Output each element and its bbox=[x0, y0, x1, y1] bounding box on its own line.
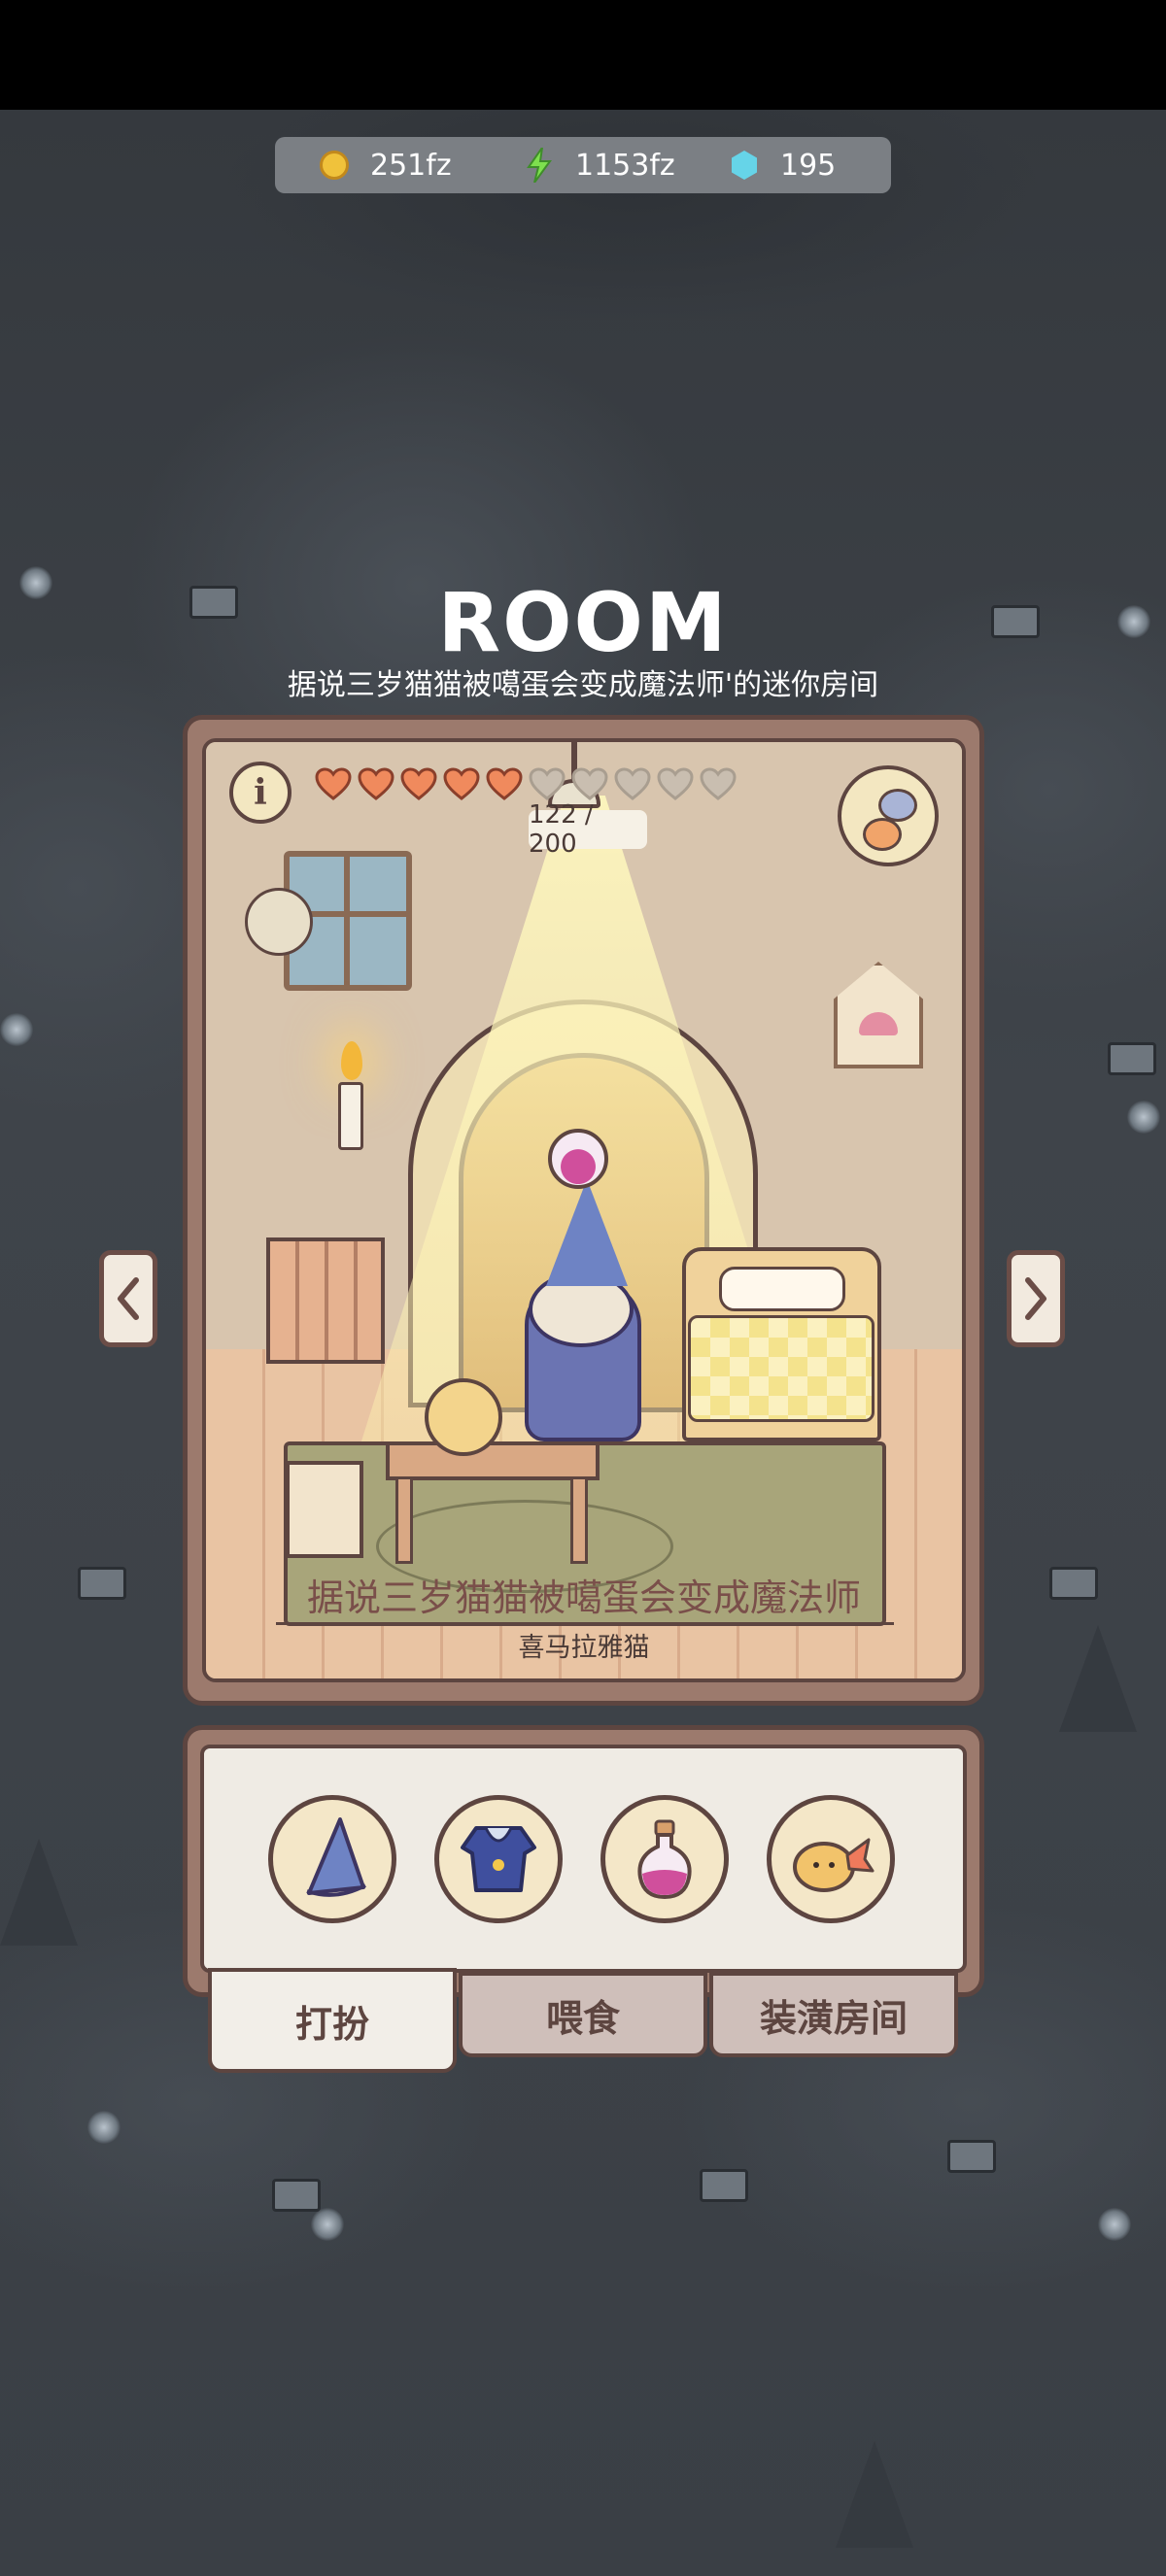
tree bbox=[836, 2441, 913, 2548]
item-slot-fried-shrimp[interactable] bbox=[767, 1795, 895, 1923]
item-slot-wizard-robe[interactable] bbox=[434, 1795, 563, 1923]
coin-counter: 251fz bbox=[275, 149, 480, 183]
tab-decorate-room[interactable]: 装潢房间 bbox=[709, 1972, 958, 2057]
candle-flame bbox=[341, 1041, 362, 1080]
currency-bar: 251fz 1153fz 195 bbox=[275, 137, 891, 193]
heart-empty-icon bbox=[700, 767, 737, 800]
lamp-glow bbox=[87, 2111, 120, 2144]
hp-counter: 122 / 200 bbox=[529, 800, 647, 859]
wizard-hat-icon bbox=[306, 1817, 366, 1897]
heart-empty-icon bbox=[657, 767, 694, 800]
cat-head-icon bbox=[878, 789, 917, 822]
checkered-blanket bbox=[688, 1315, 874, 1422]
heart-empty-icon bbox=[529, 767, 566, 800]
celery-badge-icon bbox=[245, 888, 313, 956]
stool bbox=[286, 1461, 363, 1558]
gem-icon bbox=[728, 149, 761, 182]
coin-amount: 251fz bbox=[370, 148, 452, 183]
lightning-icon bbox=[523, 148, 556, 183]
heart-filled-icon bbox=[358, 767, 394, 800]
tab-dress-up[interactable]: 打扮 bbox=[208, 1968, 457, 2073]
energy-amount: 1153fz bbox=[575, 148, 675, 183]
table-leg bbox=[395, 1476, 413, 1564]
tree bbox=[1059, 1625, 1137, 1732]
switch-cat-button[interactable] bbox=[838, 765, 939, 866]
room-caption: 据说三岁猫猫被噶蛋会变成魔法师 bbox=[306, 1576, 861, 1619]
map-signpost bbox=[947, 2140, 996, 2173]
tree bbox=[0, 1839, 78, 1946]
cat-wizard-hat bbox=[546, 1179, 628, 1286]
room-scene[interactable]: i 122 / 200 据说三岁猫猫被噶蛋会变成魔法师 喜马拉雅猫 bbox=[202, 738, 966, 1682]
previous-room-button[interactable] bbox=[99, 1250, 157, 1347]
wizard-robe-icon bbox=[461, 1826, 536, 1892]
potion-icon bbox=[637, 1819, 692, 1900]
heart-empty-icon bbox=[614, 767, 651, 800]
item-slot-potion[interactable] bbox=[600, 1795, 729, 1923]
gem-amount: 195 bbox=[780, 148, 837, 183]
item-slot-wizard-hat[interactable] bbox=[268, 1795, 396, 1923]
next-room-button[interactable] bbox=[1007, 1250, 1065, 1347]
heart-meter bbox=[315, 767, 737, 800]
heart-empty-icon bbox=[571, 767, 608, 800]
status-bar bbox=[0, 0, 1166, 110]
map-signpost bbox=[1049, 1567, 1098, 1600]
cat-breed-label: 喜马拉雅猫 bbox=[518, 1633, 650, 1663]
info-button[interactable]: i bbox=[229, 762, 292, 824]
lamp-glow bbox=[0, 1013, 33, 1046]
wooden-crate bbox=[266, 1237, 385, 1364]
heart-filled-icon bbox=[400, 767, 437, 800]
bed-pillow bbox=[719, 1267, 845, 1311]
wooden-table bbox=[386, 1441, 600, 1480]
fried-shrimp-icon bbox=[793, 1838, 874, 1892]
lamp-glow bbox=[1098, 2208, 1131, 2241]
gem-counter: 195 bbox=[685, 149, 890, 183]
map-signpost bbox=[700, 2169, 748, 2202]
heart-filled-icon bbox=[315, 767, 352, 800]
caption-underline bbox=[276, 1622, 894, 1625]
map-signpost bbox=[78, 1567, 126, 1600]
chevron-right-icon bbox=[1025, 1277, 1046, 1320]
table-leg bbox=[570, 1476, 588, 1564]
map-signpost bbox=[272, 2179, 321, 2212]
lamp-glow bbox=[311, 2208, 344, 2241]
energy-counter: 1153fz bbox=[480, 148, 685, 183]
yellow-kitten[interactable] bbox=[425, 1378, 502, 1456]
chevron-left-icon bbox=[118, 1277, 139, 1320]
lamp-glow bbox=[1127, 1101, 1160, 1134]
floating-potion bbox=[548, 1129, 608, 1189]
page-title: ROOM bbox=[437, 575, 729, 670]
map-signpost bbox=[1108, 1042, 1156, 1075]
page-subtitle: 据说三岁猫猫被噶蛋会变成魔法师'的迷你房间 bbox=[287, 668, 879, 702]
heart-filled-icon bbox=[443, 767, 480, 800]
coin-icon bbox=[318, 149, 351, 182]
cat-head-icon bbox=[863, 818, 902, 851]
heart-filled-icon bbox=[486, 767, 523, 800]
tab-feed[interactable]: 喂食 bbox=[459, 1972, 707, 2057]
wall-candle bbox=[338, 1082, 363, 1150]
